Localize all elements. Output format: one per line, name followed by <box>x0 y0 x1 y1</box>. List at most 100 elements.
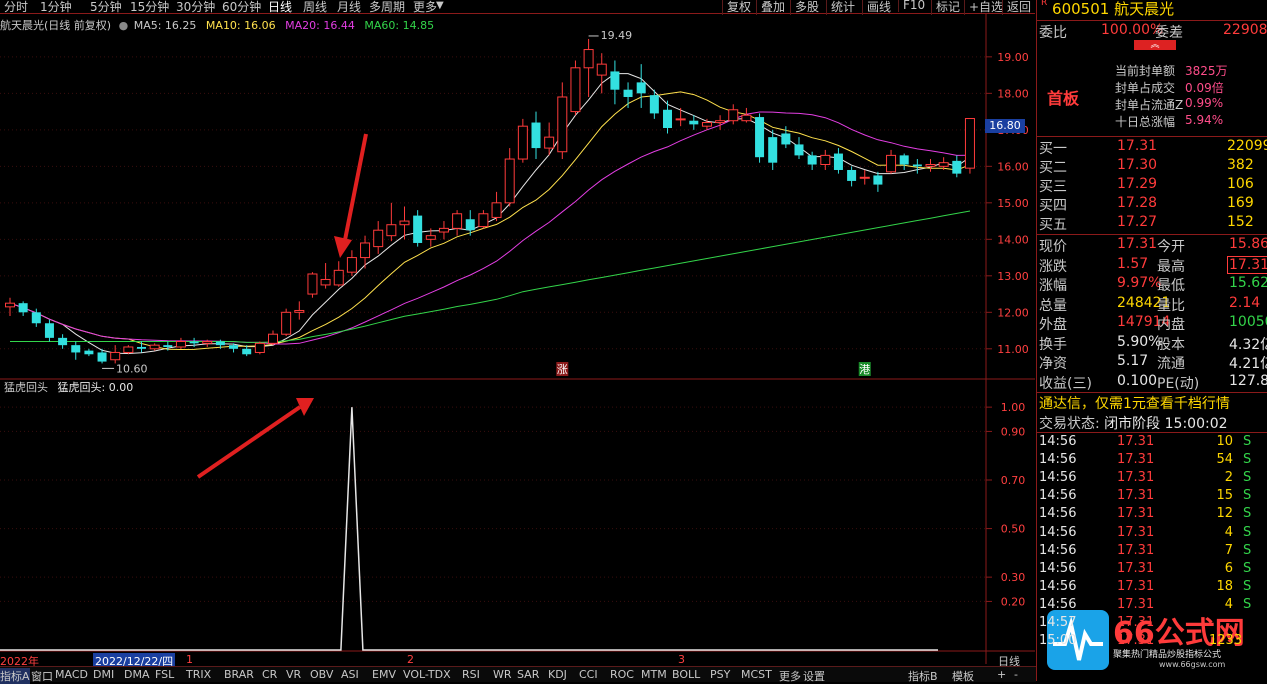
candle <box>755 113 765 163</box>
stats-button[interactable]: 统计 <box>826 0 855 15</box>
quote-value-2: 15.62 <box>1229 275 1267 291</box>
tab-weekly[interactable]: 周线 <box>303 0 327 15</box>
candle-body <box>175 341 186 348</box>
indicator-tab-5[interactable]: FSL <box>155 668 174 681</box>
tab-15min[interactable]: 15分钟 <box>130 0 169 15</box>
indicator-tick-label: 0.90 <box>1001 425 1026 438</box>
candle <box>386 202 397 242</box>
tick-side: S <box>1243 470 1252 486</box>
indicator-tab-16[interactable]: SAR <box>517 668 539 681</box>
candle-body <box>636 82 646 94</box>
f10-button[interactable]: F10 <box>898 0 925 12</box>
draw-line-button[interactable]: 画线 <box>862 0 891 15</box>
collapse-button[interactable]: ︽ <box>1134 40 1176 50</box>
seal-label: 封单占成交 <box>1115 81 1176 95</box>
tab-fenshi[interactable]: 分时 <box>4 0 28 15</box>
quote-label: 涨幅 <box>1039 278 1067 294</box>
indicator-tab-19[interactable]: ROC <box>610 668 634 681</box>
indicator-tab-11[interactable]: ASI <box>341 668 359 681</box>
candle-body <box>294 309 305 313</box>
tick-volume: 15 <box>1216 488 1233 504</box>
tab-more[interactable]: 更多 <box>413 0 437 15</box>
indicator-tab-7[interactable]: BRAR <box>224 668 254 681</box>
tab-daily[interactable]: 日线 <box>268 0 292 15</box>
mark-button[interactable]: 标记 <box>931 0 960 15</box>
tick-price: 17.31 <box>1117 452 1155 468</box>
indicator-legend: 猛虎回头 猛虎回头: 0.00 <box>4 379 133 395</box>
add-watchlist-button[interactable]: +自选 <box>964 0 1003 15</box>
indicator-tab-18[interactable]: CCI <box>579 668 598 681</box>
indicator-tab-3[interactable]: DMI <box>93 668 114 681</box>
candle <box>715 115 726 130</box>
tab-30min[interactable]: 30分钟 <box>176 0 215 15</box>
tick-price: 17.31 <box>1117 633 1155 649</box>
tab-1min[interactable]: 1分钟 <box>40 0 72 15</box>
bid-price: 17.28 <box>1117 195 1158 211</box>
tab-5min[interactable]: 5分钟 <box>90 0 122 15</box>
tick-side: S <box>1243 524 1252 540</box>
quote-row: 总量 248421 量比 2.14 <box>1037 295 1267 314</box>
indicator-tab-21[interactable]: BOLL <box>672 668 700 681</box>
tick-row: 14:56 17.31 54 S <box>1037 452 1267 471</box>
candle-body <box>97 352 107 362</box>
indicator-tab-25[interactable]: 设置 <box>803 668 825 684</box>
back-button[interactable]: 返回 <box>1002 0 1031 15</box>
indicator-tab-15[interactable]: WR <box>493 668 512 681</box>
low-label: 10.60 <box>116 362 148 375</box>
candle-body <box>728 109 739 122</box>
candle-body <box>570 67 581 113</box>
chevron-down-icon[interactable]: ▼ <box>436 0 444 11</box>
candle-body <box>859 176 870 179</box>
indicator-tab-24[interactable]: 更多 <box>779 668 801 684</box>
date-month-3: 3 <box>678 653 685 666</box>
seal-value: 5.94% <box>1185 113 1224 127</box>
tab-monthly[interactable]: 月线 <box>337 0 361 15</box>
indicator-tab-14[interactable]: RSI <box>462 668 480 681</box>
indicator-tab-6[interactable]: TRIX <box>186 668 211 681</box>
indicator-tab-17[interactable]: KDJ <box>548 668 567 681</box>
indicator-name[interactable]: 猛虎回头 <box>4 381 48 394</box>
indicator-tab-20[interactable]: MTM <box>641 668 667 681</box>
indicator-tab-8[interactable]: CR <box>262 668 277 681</box>
bottom-right-2[interactable]: 指标B <box>908 668 938 684</box>
quote-label-2: 量比 <box>1157 297 1185 314</box>
multi-stock-button[interactable]: 多股 <box>790 0 819 15</box>
candle-body <box>964 118 975 169</box>
indicator-tab-1[interactable]: 窗口 <box>31 668 53 684</box>
seal-label: 十日总涨幅 <box>1115 115 1176 129</box>
indicator-tab-2[interactable]: MACD <box>55 668 88 681</box>
fuquan-button[interactable]: 复权 <box>722 0 751 15</box>
tab-60min[interactable]: 60分钟 <box>222 0 261 15</box>
candle-body <box>189 341 199 344</box>
kline-chart[interactable]: 19.0018.0017.0016.0015.0014.0013.0012.00… <box>0 14 1035 664</box>
promo-banner[interactable]: 通达信，仅需1元查看千档行情 <box>1039 393 1230 413</box>
overlay-button[interactable]: 叠加 <box>756 0 785 15</box>
candle-body <box>755 117 765 158</box>
indicator-tab-4[interactable]: DMA <box>124 668 150 681</box>
indicator-tab-23[interactable]: MCST <box>741 668 772 681</box>
indicator-tab-13[interactable]: VOL-TDX <box>403 668 451 681</box>
candle <box>58 334 68 349</box>
indicator-tab-9[interactable]: VR <box>286 668 301 681</box>
indicator-tab-22[interactable]: PSY <box>710 668 730 681</box>
tick-price: 17.31 <box>1117 434 1155 449</box>
bottom-right-3[interactable]: 模板 <box>952 668 974 684</box>
indicator-tab-0[interactable]: 指标A <box>0 668 30 684</box>
tab-multi-period[interactable]: 多周期 <box>369 0 405 15</box>
indicator-tick-label: 0.20 <box>1001 595 1026 608</box>
candle <box>886 149 897 174</box>
indicator-tab-12[interactable]: EMV <box>372 668 396 681</box>
bottom-right-1[interactable]: - <box>1014 668 1018 681</box>
indicator-tab-10[interactable]: OBV <box>310 668 333 681</box>
stock-header: R 600501 航天晨光 <box>1041 0 1267 18</box>
tick-price: 17.31 <box>1117 542 1155 558</box>
candle <box>44 319 54 342</box>
high-label: 19.49 <box>601 29 633 42</box>
tick-price: 17.31 <box>1117 506 1155 522</box>
candle-body <box>123 346 134 353</box>
quote-row: 净资 5.17 流通 4.21亿 <box>1037 353 1267 372</box>
quote-value: 9.97% <box>1117 275 1162 291</box>
candle <box>452 210 463 236</box>
bottom-right-0[interactable]: + <box>997 668 1006 681</box>
candle-body <box>425 235 436 240</box>
